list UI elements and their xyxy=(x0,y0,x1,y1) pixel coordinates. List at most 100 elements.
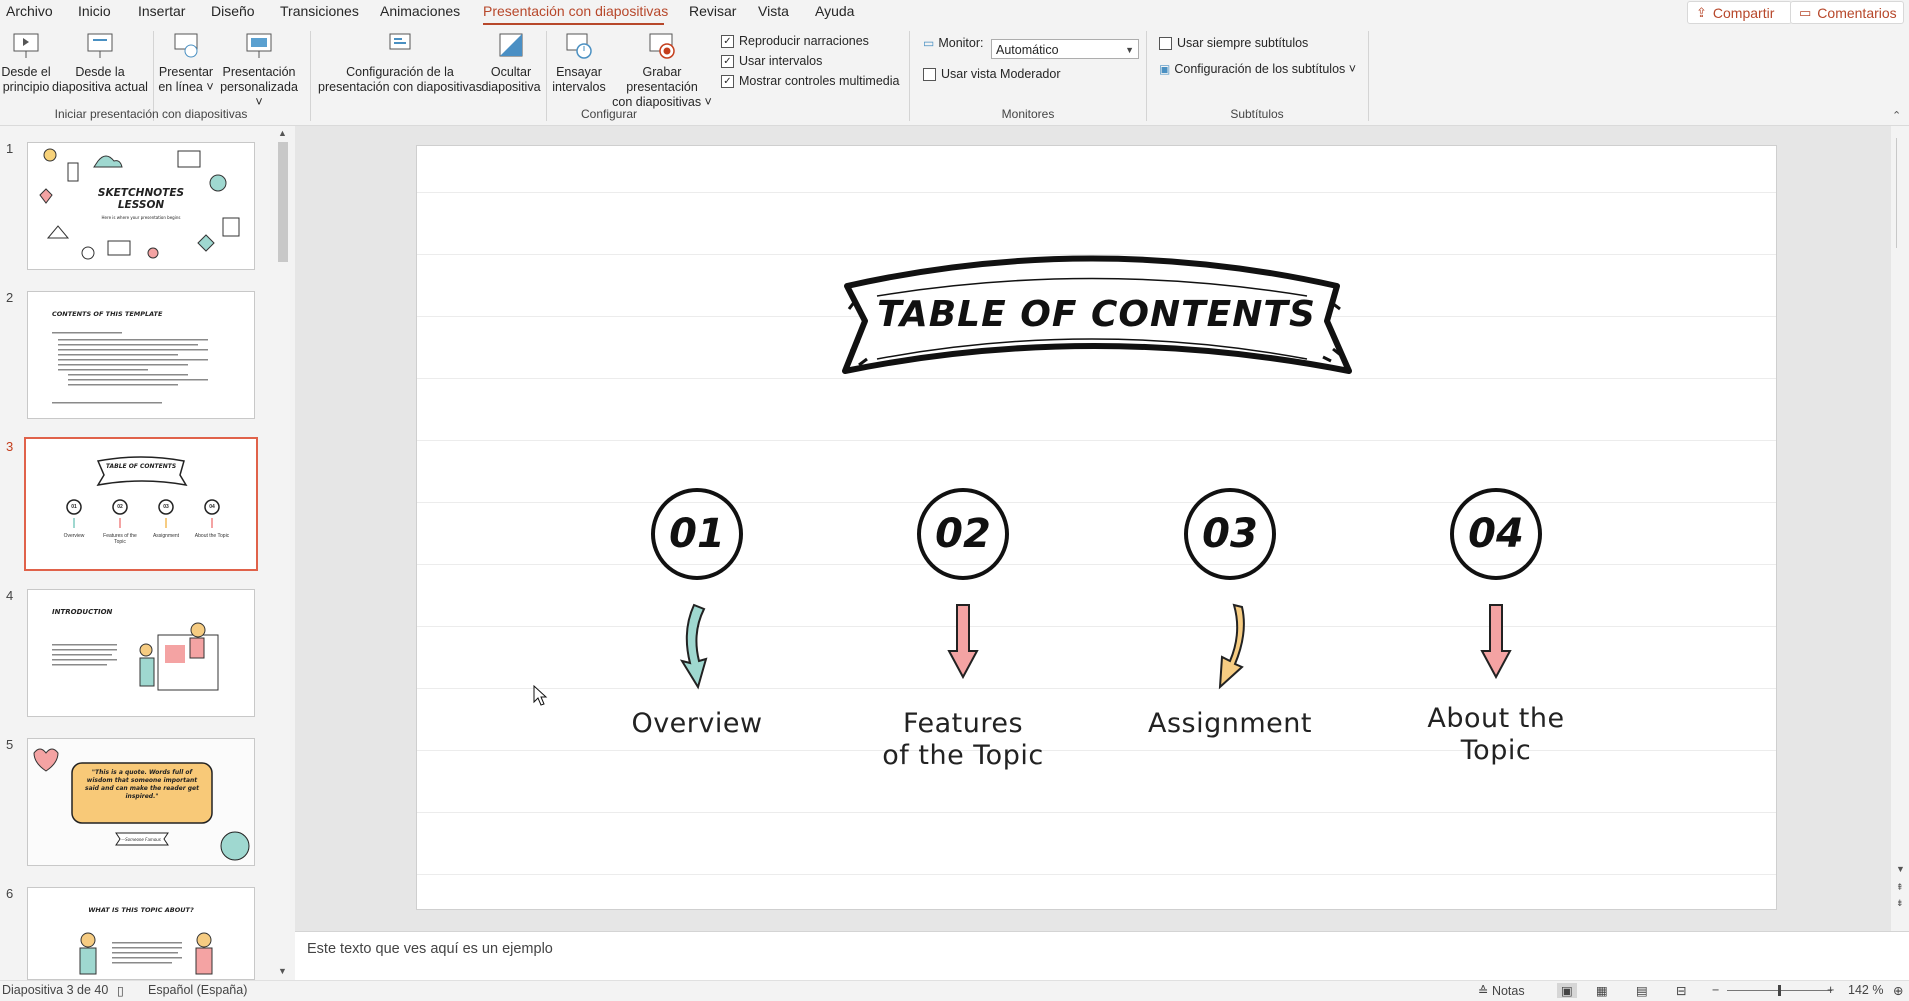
present-online-icon xyxy=(174,33,198,58)
thumbnail-title: SKETCHNOTES LESSON xyxy=(97,187,185,211)
intro-illustration xyxy=(52,622,219,691)
toc-label-1[interactable]: Overview xyxy=(587,708,807,740)
spellcheck-icon[interactable]: ▯ xyxy=(117,983,124,998)
group-separator xyxy=(1368,31,1369,121)
share-button[interactable]: ⇪ Compartir xyxy=(1687,1,1792,24)
rehearse-timings-button[interactable]: Ensayar intervalos xyxy=(550,31,608,95)
slide-thumbnail-1[interactable]: SKETCHNOTES LESSON Here is where your pr… xyxy=(27,142,255,270)
presenter-view-checkbox[interactable]: Usar vista Moderador xyxy=(923,67,1061,81)
always-subtitles-label: Usar siempre subtítulos xyxy=(1177,36,1309,50)
toc-label-4-line1: About the xyxy=(1427,703,1565,734)
use-timings-checkbox[interactable]: ✓ Usar intervalos xyxy=(721,54,822,68)
menu-animaciones[interactable]: Animaciones xyxy=(380,3,460,19)
from-beginning-line2: principio xyxy=(2,80,50,94)
next-slide-icon[interactable]: ⇟ xyxy=(1896,898,1904,909)
menu-transiciones[interactable]: Transiciones xyxy=(280,3,359,19)
custom-show-button[interactable]: Presentación personalizada ˅ xyxy=(218,31,300,110)
zoom-level[interactable]: 142 % xyxy=(1848,983,1883,997)
slide-title[interactable]: TABLE OF CONTENTS xyxy=(417,294,1776,335)
subtitle-settings-label: Configuración de los subtítulos ˅ xyxy=(1174,62,1357,76)
ruled-line xyxy=(417,440,1776,441)
from-beginning-button[interactable]: Desde el principio xyxy=(0,31,52,95)
reading-view-icon[interactable]: ▤ xyxy=(1636,983,1648,998)
notes-text[interactable]: Este texto que ves aquí es un ejemplo xyxy=(307,941,553,957)
notes-toggle[interactable]: ≙ Notas xyxy=(1478,983,1525,998)
scrollbar-thumb[interactable] xyxy=(1896,138,1907,248)
language-indicator[interactable]: Español (España) xyxy=(148,983,247,997)
collapse-ribbon-icon[interactable]: ⌃ xyxy=(1892,109,1901,122)
scroll-down-icon[interactable]: ▼ xyxy=(1896,864,1905,874)
slide-thumbnail-2[interactable]: CONTENTS OF THIS TEMPLATE xyxy=(27,291,255,419)
record-line1: Grabar presentación xyxy=(626,65,698,94)
subtitle-settings-button[interactable]: ▣ Configuración de los subtítulos ˅ xyxy=(1159,62,1356,76)
hide-slide-button[interactable]: Ocultar diapositiva xyxy=(480,31,542,95)
menu-revisar[interactable]: Revisar xyxy=(689,3,736,19)
menu-insertar[interactable]: Insertar xyxy=(138,3,185,19)
thumbnails-scrollbar[interactable]: ▲ ▼ xyxy=(276,126,290,980)
slide-thumbnail-5[interactable]: "This is a quote. Words full of wisdom t… xyxy=(27,738,255,866)
toc-label-2[interactable]: Features of the Topic xyxy=(853,708,1073,772)
subtitle-settings-icon: ▣ xyxy=(1159,62,1171,76)
notes-pane[interactable]: Este texto que ves aquí es un ejemplo xyxy=(295,931,1909,981)
zoom-slider-thumb[interactable] xyxy=(1778,985,1781,996)
slideshow-current-icon xyxy=(87,33,113,58)
toc-label-3[interactable]: Assignment xyxy=(1120,708,1340,740)
toc-number-3[interactable]: 03 xyxy=(1184,488,1276,580)
always-subtitles-checkbox[interactable]: Usar siempre subtítulos xyxy=(1159,36,1308,50)
slide-number: 3 xyxy=(6,439,14,454)
toc-label-2-line1: Features xyxy=(902,708,1024,739)
toc-label-4[interactable]: About the Topic xyxy=(1386,703,1606,767)
zoom-in-icon[interactable]: + xyxy=(1827,983,1834,997)
menu-archivo[interactable]: Archivo xyxy=(6,3,53,19)
comments-button[interactable]: ▭ Comentarios xyxy=(1790,1,1904,24)
thumbnail-label: About the Topic xyxy=(194,533,230,539)
ruled-line xyxy=(417,812,1776,813)
group-label-monitors: Monitores xyxy=(1001,107,1055,121)
menu-presentacion[interactable]: Presentación con diapositivas xyxy=(483,3,668,19)
fit-slide-icon[interactable]: ⊕ xyxy=(1893,983,1903,998)
zoom-out-icon[interactable]: − xyxy=(1712,983,1719,997)
text-lines-placeholder xyxy=(52,332,208,404)
toc-number-1[interactable]: 01 xyxy=(651,488,743,580)
current-slide[interactable]: TABLE OF CONTENTS 01 Overview 02 Feature… xyxy=(416,145,1777,910)
thumbnail-title: "This is a quote. Words full of wisdom t… xyxy=(85,769,199,800)
slide-thumbnail-6[interactable]: WHAT IS THIS TOPIC ABOUT? xyxy=(27,887,255,980)
scrollbar-thumb[interactable] xyxy=(278,142,288,262)
menu-ayuda[interactable]: Ayuda xyxy=(815,3,854,19)
setup-show-button[interactable]: Configuración de la presentación con dia… xyxy=(318,31,482,95)
ruled-line xyxy=(417,502,1776,503)
stopwatch-icon xyxy=(566,33,592,59)
toc-number-4[interactable]: 04 xyxy=(1450,488,1542,580)
scroll-down-icon[interactable]: ▼ xyxy=(278,966,287,976)
thumbnail-banner-illustration xyxy=(66,456,220,528)
menu-vista[interactable]: Vista xyxy=(758,3,789,19)
from-current-button[interactable]: Desde la diapositiva actual xyxy=(52,31,148,95)
editor-scrollbar[interactable]: ▼ ⇞ ⇟ xyxy=(1893,126,1909,931)
custom-show-line2: personalizada ˅ xyxy=(220,80,298,109)
ruled-line xyxy=(417,626,1776,627)
group-separator xyxy=(310,31,311,121)
previous-slide-icon[interactable]: ⇞ xyxy=(1896,882,1904,893)
notes-icon: ≙ xyxy=(1478,984,1492,998)
menu-inicio[interactable]: Inicio xyxy=(78,3,111,19)
slide-sorter-icon[interactable]: ▦ xyxy=(1596,983,1608,998)
present-online-button[interactable]: Presentar en línea ˅ xyxy=(156,31,216,95)
mouse-cursor-icon xyxy=(533,685,548,706)
show-media-controls-checkbox[interactable]: ✓ Mostrar controles multimedia xyxy=(721,74,899,88)
scroll-up-icon[interactable]: ▲ xyxy=(278,128,287,138)
normal-view-icon[interactable]: ▣ xyxy=(1557,983,1577,998)
slideshow-view-icon[interactable]: ⊟ xyxy=(1676,983,1686,998)
ruled-line xyxy=(417,874,1776,875)
play-narrations-checkbox[interactable]: ✓ Reproducir narraciones xyxy=(721,34,869,48)
record-show-button[interactable]: Grabar presentación con diapositivas ˅ xyxy=(606,31,718,110)
thumbnail-subtitle: Here is where your presentation begins xyxy=(101,215,181,220)
slide-thumbnail-4[interactable]: INTRODUCTION xyxy=(27,589,255,717)
monitor-dropdown[interactable]: Automático ▼ xyxy=(991,39,1139,59)
setup-show-line1: Configuración de la xyxy=(346,65,454,79)
record-icon xyxy=(649,33,675,59)
slide-thumbnail-3[interactable]: TABLE OF CONTENTS 01 02 03 04 Overview F… xyxy=(24,437,258,571)
toc-number-2[interactable]: 02 xyxy=(917,488,1009,580)
menu-diseno[interactable]: Diseño xyxy=(211,3,255,19)
thumbnail-label: Features of the Topic xyxy=(103,533,137,545)
slide-number: 1 xyxy=(6,141,14,156)
